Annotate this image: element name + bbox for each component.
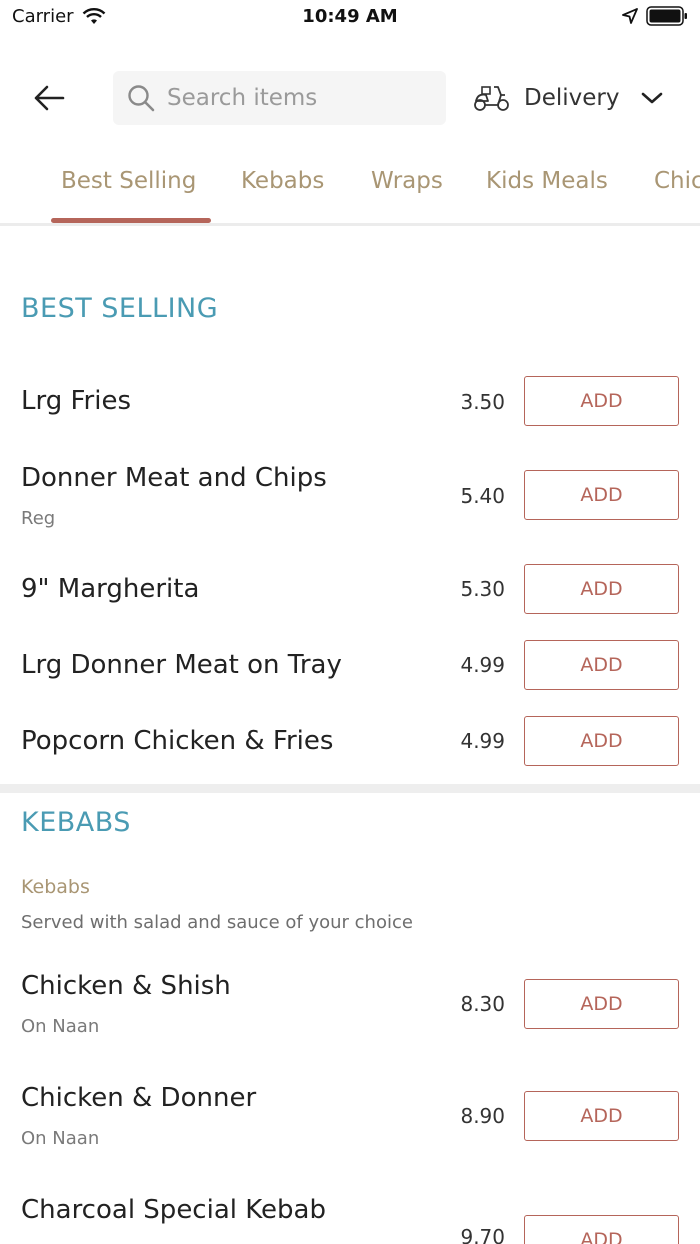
item-name: Popcorn Chicken & Fries bbox=[21, 726, 334, 756]
active-tab-indicator bbox=[51, 218, 211, 223]
add-button[interactable]: ADD bbox=[524, 376, 679, 426]
item-price: 4.99 bbox=[460, 729, 505, 753]
arrow-left-icon bbox=[34, 85, 65, 111]
tab-wraps[interactable]: Wraps bbox=[371, 168, 443, 194]
item-subtitle: On Naan bbox=[21, 1128, 100, 1149]
item-price: 5.30 bbox=[460, 577, 505, 601]
item-price: 4.99 bbox=[460, 653, 505, 677]
category-tabs: Best Selling Kebabs Wraps Kids Meals Chi… bbox=[0, 152, 700, 226]
scooter-icon bbox=[474, 86, 509, 111]
search-icon bbox=[128, 85, 155, 112]
section-title-kebabs: KEBABS bbox=[21, 807, 131, 838]
search-box[interactable] bbox=[113, 71, 446, 125]
add-button[interactable]: ADD bbox=[524, 1091, 679, 1141]
item-name: Chicken & Donner bbox=[21, 1083, 257, 1113]
item-price: 9.70 bbox=[460, 1225, 505, 1244]
tab-chicken[interactable]: Chic bbox=[654, 168, 700, 194]
add-button[interactable]: ADD bbox=[524, 470, 679, 520]
status-right bbox=[622, 6, 688, 26]
item-price: 8.90 bbox=[460, 1104, 505, 1128]
location-arrow-icon bbox=[622, 8, 638, 24]
battery-icon bbox=[646, 6, 687, 26]
item-price: 3.50 bbox=[460, 390, 505, 414]
item-price: 5.40 bbox=[460, 484, 505, 508]
tab-kids-meals[interactable]: Kids Meals bbox=[486, 168, 608, 194]
add-button[interactable]: ADD bbox=[524, 1215, 679, 1244]
section-divider bbox=[0, 784, 700, 793]
tab-kebabs[interactable]: Kebabs bbox=[241, 168, 324, 194]
item-subtitle: On Naan bbox=[21, 1016, 100, 1037]
status-time: 10:49 AM bbox=[302, 6, 398, 27]
add-button[interactable]: ADD bbox=[524, 640, 679, 690]
delivery-label: Delivery bbox=[524, 85, 620, 111]
item-name: Lrg Donner Meat on Tray bbox=[21, 650, 342, 680]
item-price: 8.30 bbox=[460, 992, 505, 1016]
add-button[interactable]: ADD bbox=[524, 716, 679, 766]
delivery-selector[interactable]: Delivery bbox=[472, 78, 665, 118]
category-name: Kebabs bbox=[21, 876, 90, 898]
search-input[interactable] bbox=[167, 85, 427, 111]
tab-best-selling[interactable]: Best Selling bbox=[61, 168, 196, 194]
item-name: Chicken & Shish bbox=[21, 971, 231, 1001]
chevron-down-icon bbox=[642, 92, 663, 104]
add-button[interactable]: ADD bbox=[524, 564, 679, 614]
add-button[interactable]: ADD bbox=[524, 979, 679, 1029]
category-description: Served with salad and sauce of your choi… bbox=[21, 912, 413, 933]
item-name: Lrg Fries bbox=[21, 386, 132, 416]
back-button[interactable] bbox=[26, 78, 72, 118]
status-bar: Carrier 10:49 AM bbox=[0, 0, 700, 36]
item-name: 9" Margherita bbox=[21, 574, 200, 604]
item-subtitle: Reg bbox=[21, 508, 56, 529]
item-name: Charcoal Special Kebab bbox=[21, 1195, 326, 1225]
item-name: Donner Meat and Chips bbox=[21, 463, 327, 493]
header: Delivery bbox=[0, 64, 700, 132]
section-title-best-selling: BEST SELLING bbox=[21, 293, 219, 324]
